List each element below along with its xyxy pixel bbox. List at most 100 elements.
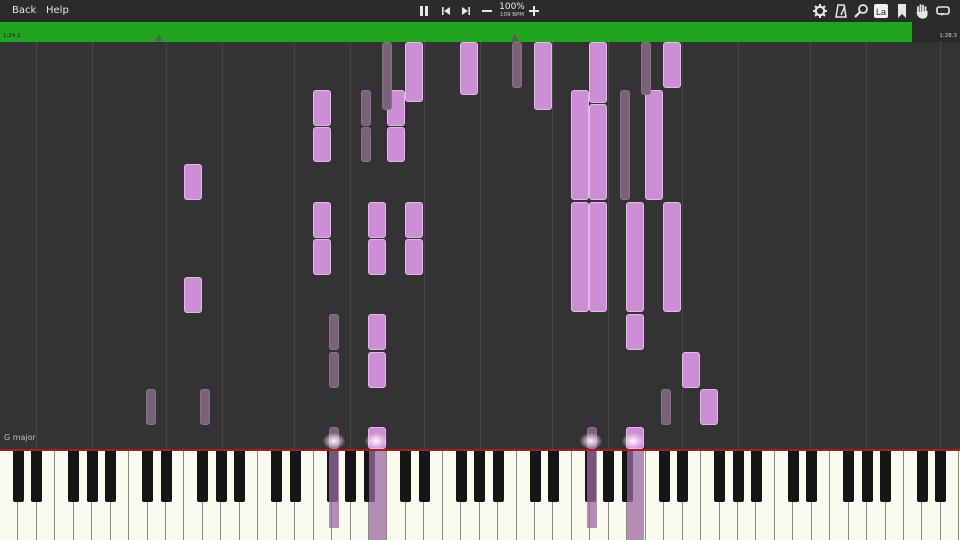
note [700, 389, 718, 425]
note [200, 389, 210, 425]
loop-icon[interactable] [935, 3, 951, 19]
note [620, 90, 630, 200]
speed-percent: 100% [499, 2, 525, 12]
gear-icon[interactable] [812, 3, 828, 19]
black-key[interactable] [843, 451, 855, 502]
black-key[interactable] [160, 451, 172, 502]
pressed-key-highlight [627, 451, 644, 540]
bar-line [866, 42, 867, 449]
bar-line [294, 42, 295, 449]
note [368, 352, 386, 388]
time-start-label: 1:24.1 [3, 33, 21, 39]
black-key[interactable] [215, 451, 227, 502]
note [382, 42, 392, 110]
note-hit-glow [580, 433, 602, 449]
note [571, 90, 589, 200]
black-key[interactable] [677, 451, 689, 502]
skip-back-icon[interactable] [439, 4, 453, 18]
note [512, 42, 522, 88]
la-label-icon[interactable]: La [873, 3, 889, 19]
black-key[interactable] [750, 451, 762, 502]
pressed-key-highlight [329, 451, 339, 528]
note [571, 202, 589, 312]
magnifier-icon[interactable] [853, 3, 869, 19]
note-hit-glow [365, 433, 387, 449]
black-key[interactable] [917, 451, 928, 502]
black-key[interactable] [548, 451, 559, 502]
bar-line [480, 42, 481, 449]
metronome-icon[interactable] [833, 3, 849, 19]
note [405, 239, 423, 275]
black-key[interactable] [714, 451, 726, 502]
speed-display: 100% 109 BPM [494, 2, 530, 19]
black-key[interactable] [400, 451, 412, 502]
progress-bar[interactable]: 1:24.1 1:28.3 [0, 22, 960, 42]
note-roll [0, 42, 960, 449]
back-button[interactable]: Back [12, 3, 36, 19]
note [313, 90, 331, 126]
black-key[interactable] [234, 451, 246, 502]
black-key[interactable] [806, 451, 818, 502]
black-key[interactable] [197, 451, 209, 502]
note [313, 239, 331, 275]
black-key[interactable] [86, 451, 98, 502]
black-key[interactable] [603, 451, 615, 502]
note [661, 389, 671, 425]
bar-line [608, 42, 609, 449]
help-button[interactable]: Help [46, 3, 69, 19]
note [313, 127, 331, 162]
skip-forward-icon[interactable] [459, 4, 473, 18]
bar-line [738, 42, 739, 449]
bar-line [92, 42, 93, 449]
bar-line [36, 42, 37, 449]
key-signature-label: G major [4, 433, 36, 442]
black-key[interactable] [12, 451, 24, 502]
bar-line [810, 42, 811, 449]
minus-icon[interactable] [480, 4, 494, 18]
black-key[interactable] [787, 451, 799, 502]
tempo-bpm: 109 BPM [499, 12, 525, 18]
bookmark-marker[interactable] [155, 34, 163, 41]
black-key[interactable] [142, 451, 154, 502]
pressed-key-highlight [587, 451, 597, 528]
black-key[interactable] [418, 451, 430, 502]
note [313, 202, 331, 238]
note [368, 239, 386, 275]
black-key[interactable] [289, 451, 301, 502]
note [460, 42, 478, 95]
bar-line [940, 42, 941, 449]
progress-fill [0, 22, 912, 42]
bookmark-marker[interactable] [511, 34, 519, 41]
black-key[interactable] [345, 451, 357, 502]
plus-icon[interactable] [527, 4, 541, 18]
black-key[interactable] [935, 451, 947, 502]
black-key[interactable] [105, 451, 117, 502]
note [146, 389, 156, 425]
note [589, 104, 607, 200]
black-key[interactable] [455, 451, 467, 502]
pause-icon[interactable] [417, 4, 431, 18]
black-key[interactable] [732, 451, 744, 502]
top-toolbar: Back Help 100% 109 BPM La [0, 0, 960, 22]
note [626, 314, 644, 350]
bar-line [166, 42, 167, 449]
note [184, 277, 202, 313]
black-key[interactable] [529, 451, 541, 502]
bookmark-icon[interactable] [894, 3, 910, 19]
black-key[interactable] [68, 451, 80, 502]
black-key[interactable] [271, 451, 283, 502]
note [534, 42, 552, 110]
black-key[interactable] [492, 451, 504, 502]
note [361, 127, 371, 162]
black-key[interactable] [880, 451, 892, 502]
black-key[interactable] [31, 451, 43, 502]
bar-line [682, 42, 683, 449]
hand-icon[interactable] [914, 3, 930, 19]
note [361, 90, 371, 126]
note [329, 352, 339, 388]
note [663, 202, 681, 312]
black-key[interactable] [658, 451, 670, 502]
black-key[interactable] [861, 451, 873, 502]
black-key[interactable] [474, 451, 486, 502]
note [329, 314, 339, 350]
